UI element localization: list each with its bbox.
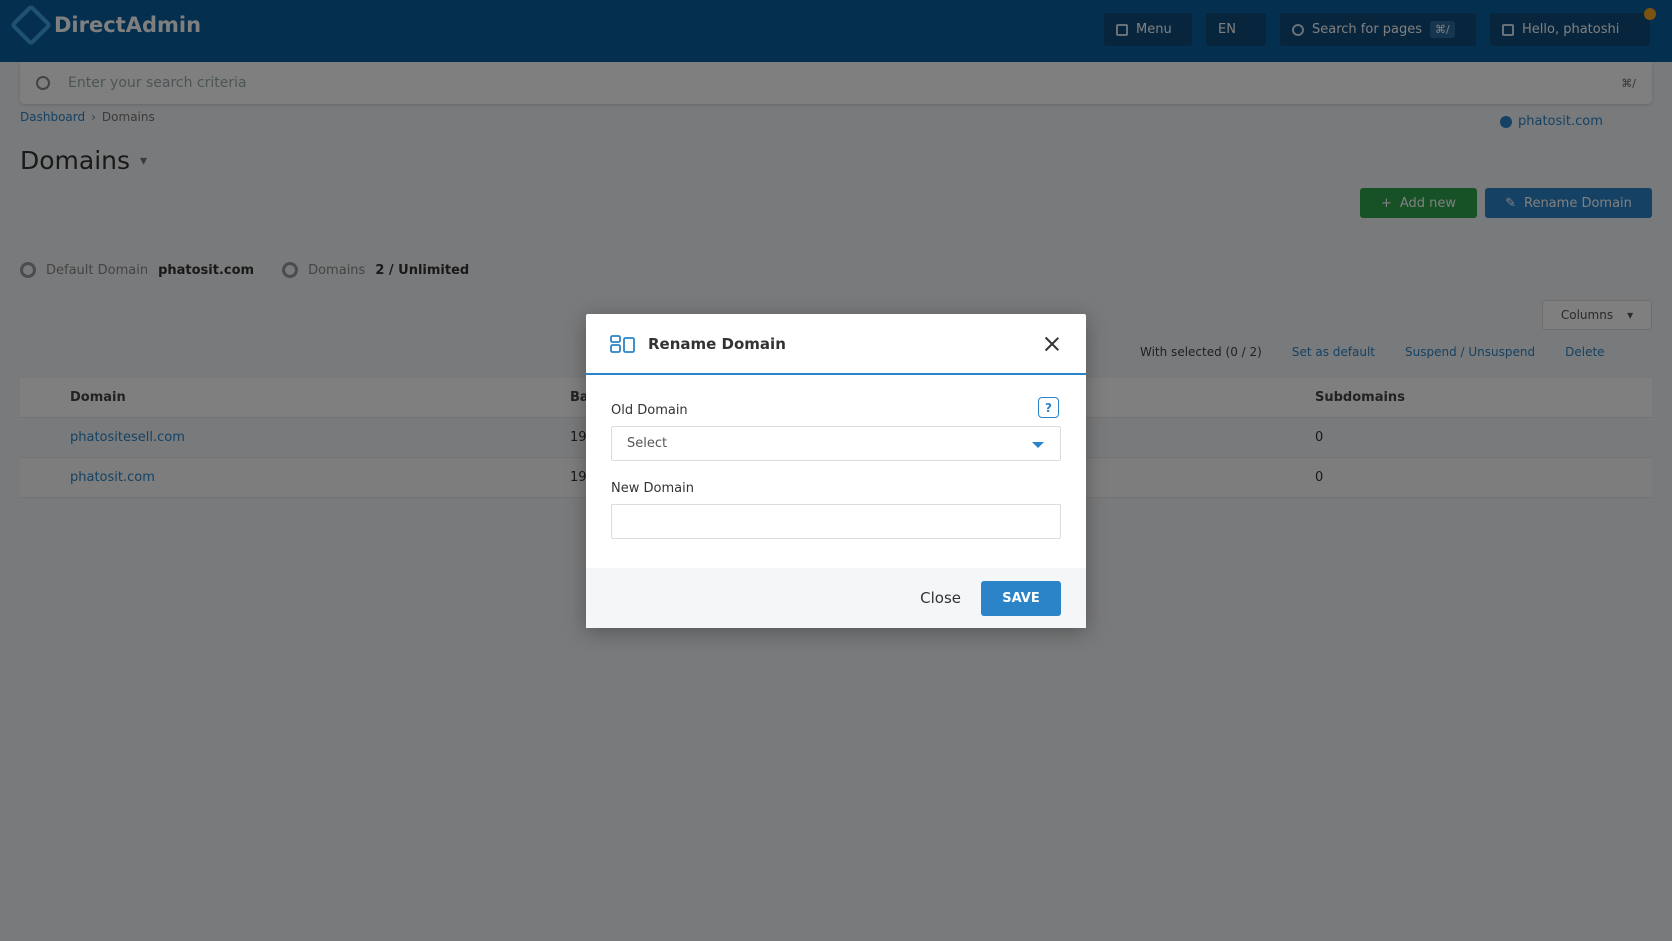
save-button[interactable]: SAVE: [981, 580, 1061, 616]
old-domain-field: Old Domain ? Select: [611, 397, 1061, 461]
old-domain-select[interactable]: Select: [611, 426, 1061, 461]
rename-domain-icon: [610, 334, 635, 353]
old-domain-select-value: Select: [627, 436, 668, 451]
close-icon[interactable]: [1042, 334, 1062, 354]
caret-down-icon: [1032, 442, 1044, 448]
new-domain-input[interactable]: [611, 504, 1061, 539]
dialog-body: Old Domain ? Select New Domain: [586, 397, 1086, 539]
old-domain-label: Old Domain: [611, 403, 688, 418]
close-button[interactable]: Close: [920, 589, 961, 607]
new-domain-field: New Domain: [611, 481, 1061, 539]
help-icon[interactable]: ?: [1038, 397, 1059, 418]
rename-domain-dialog: Rename Domain Old Domain ? Select New Do…: [586, 314, 1086, 628]
dialog-footer: Close SAVE: [586, 568, 1086, 628]
dialog-title: Rename Domain: [648, 334, 786, 353]
dialog-header: Rename Domain: [586, 314, 1086, 375]
new-domain-label: New Domain: [611, 481, 694, 496]
